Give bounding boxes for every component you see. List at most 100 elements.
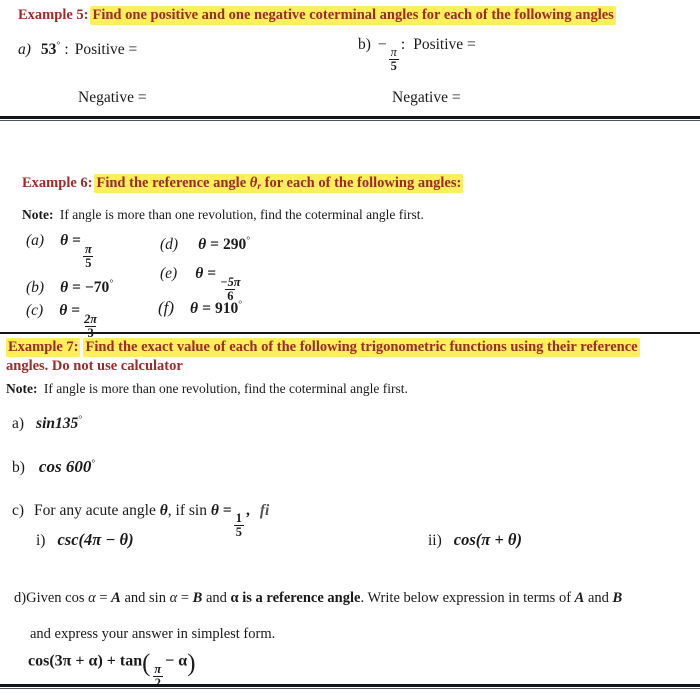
example7-item-d: d)Given cos α = A and sin α = B and α is… — [14, 588, 690, 610]
divider-after-example6 — [0, 332, 700, 334]
example6-item-f-variable: θ — [190, 300, 199, 317]
example6-item-e-marker: (e) — [160, 265, 178, 282]
example7-item-d-line1-part5: and — [202, 590, 231, 606]
example7-item-c-equals: = — [222, 502, 232, 519]
example6-note-text: If angle is more than one revolution, fi… — [59, 207, 424, 222]
example7-header: Example 7: Find the exact value of each o… — [6, 338, 696, 357]
example5-item-a-positive-label: Positive = — [74, 41, 138, 59]
example7-item-d-B2: B — [612, 590, 623, 606]
right-paren-icon: ) — [187, 650, 196, 677]
example6-item-f-equals: = — [202, 300, 211, 317]
example5-item-b-separator: : — [400, 36, 406, 53]
example7-note: Note: If angle is more than one revoluti… — [6, 381, 408, 397]
example7-item-d-formula-part2: − α — [165, 652, 188, 670]
example7-prompt-line2: angles. Do not use calculator — [6, 358, 183, 374]
example7-item-c-sub-i-expression: csc(4π − θ) — [57, 530, 134, 549]
example7-note-text: If angle is more than one revolution, fi… — [43, 381, 408, 396]
example6-item-d-equals: = — [210, 236, 219, 254]
example6-item-f-marker: (f) — [158, 298, 175, 317]
example6-item-b-value: −70 — [84, 279, 110, 297]
example6-item-c-fraction: 2π 3 — [82, 311, 99, 340]
example5-item-b-positive-label: Positive = — [413, 36, 476, 53]
example7-item-c-theta2: θ — [210, 502, 219, 519]
example7-item-d-line1-part2: = — [95, 590, 112, 606]
left-paren-icon: ( — [142, 650, 151, 677]
divider-after-example5 — [0, 116, 700, 121]
divider-bottom — [0, 684, 700, 689]
example6-prompt-prefix: Find the reference angle — [96, 175, 250, 191]
example7-item-d-line1-part4: = — [177, 590, 193, 606]
degree-icon: ° — [91, 457, 96, 469]
example6-item-c-numerator: 2π — [84, 311, 98, 326]
example7-item-d-line1-part3: and sin — [120, 590, 170, 606]
example6-item-b: (b) θ = −70° — [26, 278, 113, 297]
example7-item-d-line1-part6: . Write below expression in terms of — [360, 590, 575, 606]
example6-item-d: (d) θ = 290° — [160, 235, 250, 254]
worksheet-page: Example 5: Find one positive and one nega… — [0, 0, 700, 700]
example7-item-d-A2: A — [574, 590, 585, 606]
example6-header: Example 6: Find the reference angle θr fo… — [22, 174, 464, 193]
example7-item-d-reference-angle-phrase: α is a reference angle — [230, 590, 361, 606]
example7-item-d-formula-part1: cos(3π + α) + tan — [28, 652, 143, 670]
example7-item-a-expression: sin135 — [36, 415, 79, 433]
example5-item-a-negative: Negative = — [78, 89, 147, 107]
example7-item-c-frac-numerator: 1 — [235, 510, 242, 525]
degree-icon: ° — [109, 278, 114, 289]
example7-item-c-text-after: , — [245, 502, 250, 519]
example7-item-d-marker: d) — [14, 590, 27, 606]
example5-item-a: a) 53° : Positive = — [18, 40, 137, 59]
example7-item-c-sub-i-marker: i) — [36, 532, 46, 549]
example6-note-label: Note: — [22, 207, 54, 222]
example6-item-b-equals: = — [72, 279, 81, 297]
example6-note: Note: If angle is more than one revoluti… — [22, 207, 424, 223]
example6-item-d-variable: θ — [198, 236, 207, 254]
example5-item-a-marker: a) — [18, 41, 31, 59]
example6-item-e-numerator: −5π — [220, 274, 241, 289]
example6-item-d-value: 290 — [222, 236, 247, 254]
example7-item-c-frac-denominator: 5 — [233, 525, 244, 540]
example7-note-label: Note: — [6, 381, 38, 396]
example7-prompt-line1: Find the exact value of each of the foll… — [83, 338, 640, 357]
example5-item-b-marker: b) — [358, 36, 371, 53]
example7-item-c-sub-ii-expression: cos(π + θ) — [453, 530, 522, 549]
example5-item-b-negative: Negative = — [392, 89, 461, 107]
example7-item-c-marker: c) — [12, 502, 25, 519]
example7-item-d-line1-part7: and — [584, 590, 613, 606]
example6-item-f-value: 910 — [214, 300, 239, 317]
example7-item-d-B: B — [192, 590, 203, 606]
example7-item-d-line1-part1: Given cos — [26, 590, 89, 606]
example7-item-a-marker: a) — [12, 415, 25, 433]
example7-item-d-A: A — [111, 590, 121, 606]
example7-item-c-truncated-word: fi — [259, 502, 270, 519]
example6-item-e-variable: θ — [195, 265, 204, 282]
example7-prompt-line2-wrap: angles. Do not use calculator — [6, 357, 183, 376]
example6-item-a-numerator: π — [84, 241, 92, 256]
example5-item-a-separator: : — [64, 41, 69, 59]
degree-icon: ° — [56, 40, 61, 51]
example6-item-c-variable: θ — [59, 302, 68, 319]
example7-item-d-formula-frac-numerator: π — [154, 661, 162, 676]
example5-item-b-sign: − — [377, 36, 387, 53]
example6-item-f: (f) θ = 910° — [158, 298, 242, 318]
example5-item-b: b) − π 5 : Positive = — [358, 36, 476, 73]
example6-prompt: Find the reference angle θr for each of … — [94, 174, 464, 193]
degree-icon: ° — [238, 298, 243, 310]
example7-item-c-text-before: For any acute angle — [34, 502, 160, 519]
example5-item-b-negative-label: Negative = — [392, 89, 461, 106]
example7-item-c-theta: θ — [159, 502, 168, 519]
example7-label: Example 7: — [6, 338, 81, 357]
example5-header: Example 5: Find one positive and one nega… — [18, 6, 690, 25]
example6-item-e: (e) θ = −5π 6 — [160, 265, 245, 303]
example7-item-d-line2-wrap: and express your answer in simplest form… — [30, 626, 275, 643]
example6-item-a-equals: = — [72, 232, 81, 249]
example5-item-a-value: 53 — [40, 41, 57, 59]
example7-item-a: a) sin135° — [12, 414, 82, 433]
example6-item-a: (a) θ = π 5 — [26, 232, 96, 270]
example6-item-b-variable: θ — [60, 279, 69, 297]
example5-label: Example 5: — [18, 7, 89, 23]
example5-item-a-negative-label: Negative = — [78, 89, 147, 106]
example6-item-a-marker: (a) — [26, 232, 45, 249]
example6-item-d-marker: (d) — [160, 236, 179, 254]
example6-item-b-marker: (b) — [26, 279, 45, 297]
example6-item-a-variable: θ — [60, 232, 69, 249]
